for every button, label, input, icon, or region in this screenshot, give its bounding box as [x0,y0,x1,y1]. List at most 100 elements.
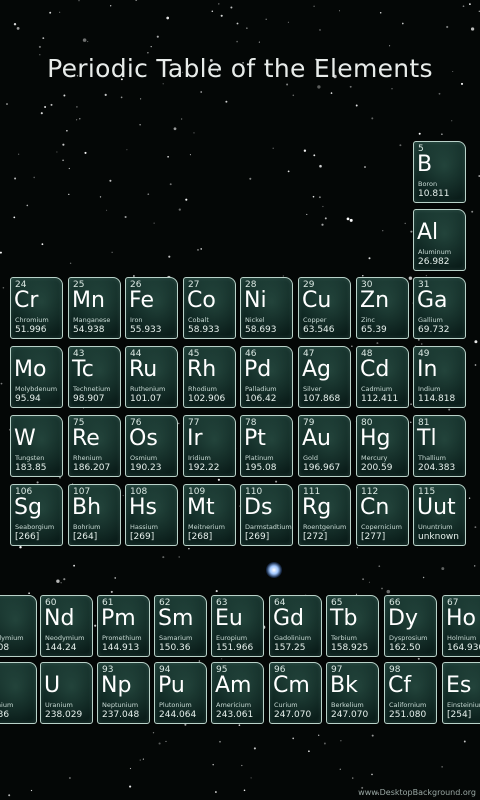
element-mass: 58.693 [245,325,277,335]
element-cell: 96 Cm Curium 247.070 [269,662,322,724]
element-mass: 112.411 [361,394,399,404]
element-name: Berkelium [331,701,364,709]
element-mass: 164.930 [447,643,480,653]
element-name: Roentgenium [303,523,347,531]
element-cell: 25 Mn Manganese 54.938 [68,277,121,339]
element-mass: .036 [0,710,10,720]
element-symbol: Tc [72,357,94,382]
element-mass: 200.59 [361,463,393,473]
element-cell: Mo Molybdenum 95.94 [10,346,63,408]
element-cell: 60 Nd Neodymium 144.24 [40,595,93,657]
element-name: Tungsten [15,454,45,462]
element-cell: 67HoHolmium164.930 [442,595,480,657]
element-mass: 114.818 [418,394,456,404]
element-name: Neptunium [102,701,139,709]
element-name: Technetium [73,385,111,393]
element-cell: 45 Rh Rhodium 102.906 [183,346,236,408]
element-symbol: Os [129,426,158,451]
element-mass: 150.36 [159,643,191,653]
element-symbol: Ag [302,357,332,382]
element-cell: U Uranium 238.029 [40,662,93,724]
element-name: Seaborgium [15,523,55,531]
element-cell: 28 Ni Nickel 58.693 [240,277,293,339]
element-name: Mercury [361,454,388,462]
element-name: Plutonium [159,701,192,709]
element-cell: 79 Au Gold 196.967 [298,415,351,477]
element-name: Cobalt [188,316,209,324]
element-cell: 115 Uut Ununtrium unknown [413,484,466,546]
element-cell: 77 Ir Iridium 192.22 [183,415,236,477]
element-name: Californium [389,701,427,709]
element-symbol: Ga [417,288,448,313]
element-mass: [269] [245,532,270,542]
element-mass: 106.42 [245,394,277,404]
element-cell: 47 Ag Silver 107.868 [298,346,351,408]
element-mass: unknown [418,532,459,542]
element-mass: [268] [188,532,213,542]
element-symbol: Pd [244,357,272,382]
element-mass: 54.938 [73,325,105,335]
element-cell: 31 Ga Gallium 69.732 [413,277,466,339]
element-cell: Al Aluminum 26.982 [413,209,466,271]
element-cell: 95 Am Americium 243.061 [211,662,264,724]
element-cell: 49 In Indium 114.818 [413,346,466,408]
element-cell: reodymium.908 [0,595,37,657]
element-symbol: Cr [14,288,39,313]
element-name: Ruthenium [130,385,166,393]
element-name: Europium [216,634,248,642]
element-cell: 27 Co Cobalt 58.933 [183,277,236,339]
element-name: Ununtrium [418,523,453,531]
element-name: Samarium [159,634,193,642]
element-name: Indium [418,385,441,393]
element-cell: 66 Dy Dysprosium 162.50 [384,595,437,657]
element-mass: 144.24 [45,643,77,653]
element-symbol: Co [187,288,216,313]
element-mass: 101.07 [130,394,162,404]
element-symbol: B [417,152,433,177]
element-symbol: Ru [129,357,158,382]
element-name: Meitnerium [188,523,226,531]
element-cell: 107 Bh Bohrium [264] [68,484,121,546]
element-name: Dysprosium [389,634,428,642]
element-symbol: In [417,357,438,382]
element-cell: 110 Ds Darmstadtium [269] [240,484,293,546]
element-cell: 30 Zn Zinc 65.39 [356,277,409,339]
element-cell: 98 Cf Californium 251.080 [384,662,437,724]
element-cell: 61 Pm Promethium 144.913 [97,595,150,657]
element-symbol: Cu [302,288,332,313]
element-mass: [272] [303,532,328,542]
element-name: Curium [274,701,298,709]
element-mass: 196.967 [303,463,341,473]
element-cell: 94 Pu Plutonium 244.064 [154,662,207,724]
element-name: Copper [303,316,327,324]
element-symbol: Pu [158,673,185,698]
element-name: Rhenium [73,454,103,462]
element-name: Zinc [361,316,375,324]
element-cell: 63 Eu Europium 151.966 [211,595,264,657]
element-symbol: Al [417,220,439,245]
element-mass: 55.933 [130,325,162,335]
element-mass: 190.23 [130,463,162,473]
element-mass: 238.029 [45,710,83,720]
element-cell: 106 Sg Seaborgium [266] [10,484,63,546]
element-symbol: Mo [14,357,47,382]
element-name: Gallium [418,316,443,324]
element-symbol: a [0,673,1,699]
watermark: www.DesktopBackground.org [358,788,476,797]
element-mass: 195.08 [245,463,277,473]
element-cell: 80 Hg Mercury 200.59 [356,415,409,477]
element-name: Iron [130,316,143,324]
element-name: Nickel [245,316,265,324]
element-mass: 102.906 [188,394,226,404]
element-mass: 26.982 [418,257,450,267]
element-cell: 93 Np Neptunium 237.048 [97,662,150,724]
element-mass: [277] [361,532,386,542]
element-mass: 51.996 [15,325,47,335]
element-cell: 5 B Boron 10.811 [413,141,466,203]
element-name: Chromium [15,316,49,324]
element-symbol: Cf [388,673,412,698]
element-mass: 151.966 [216,643,254,653]
element-name: Thallium [418,454,446,462]
element-mass: 204.383 [418,463,456,473]
element-cell: 112 Cn Copernicium [277] [356,484,409,546]
